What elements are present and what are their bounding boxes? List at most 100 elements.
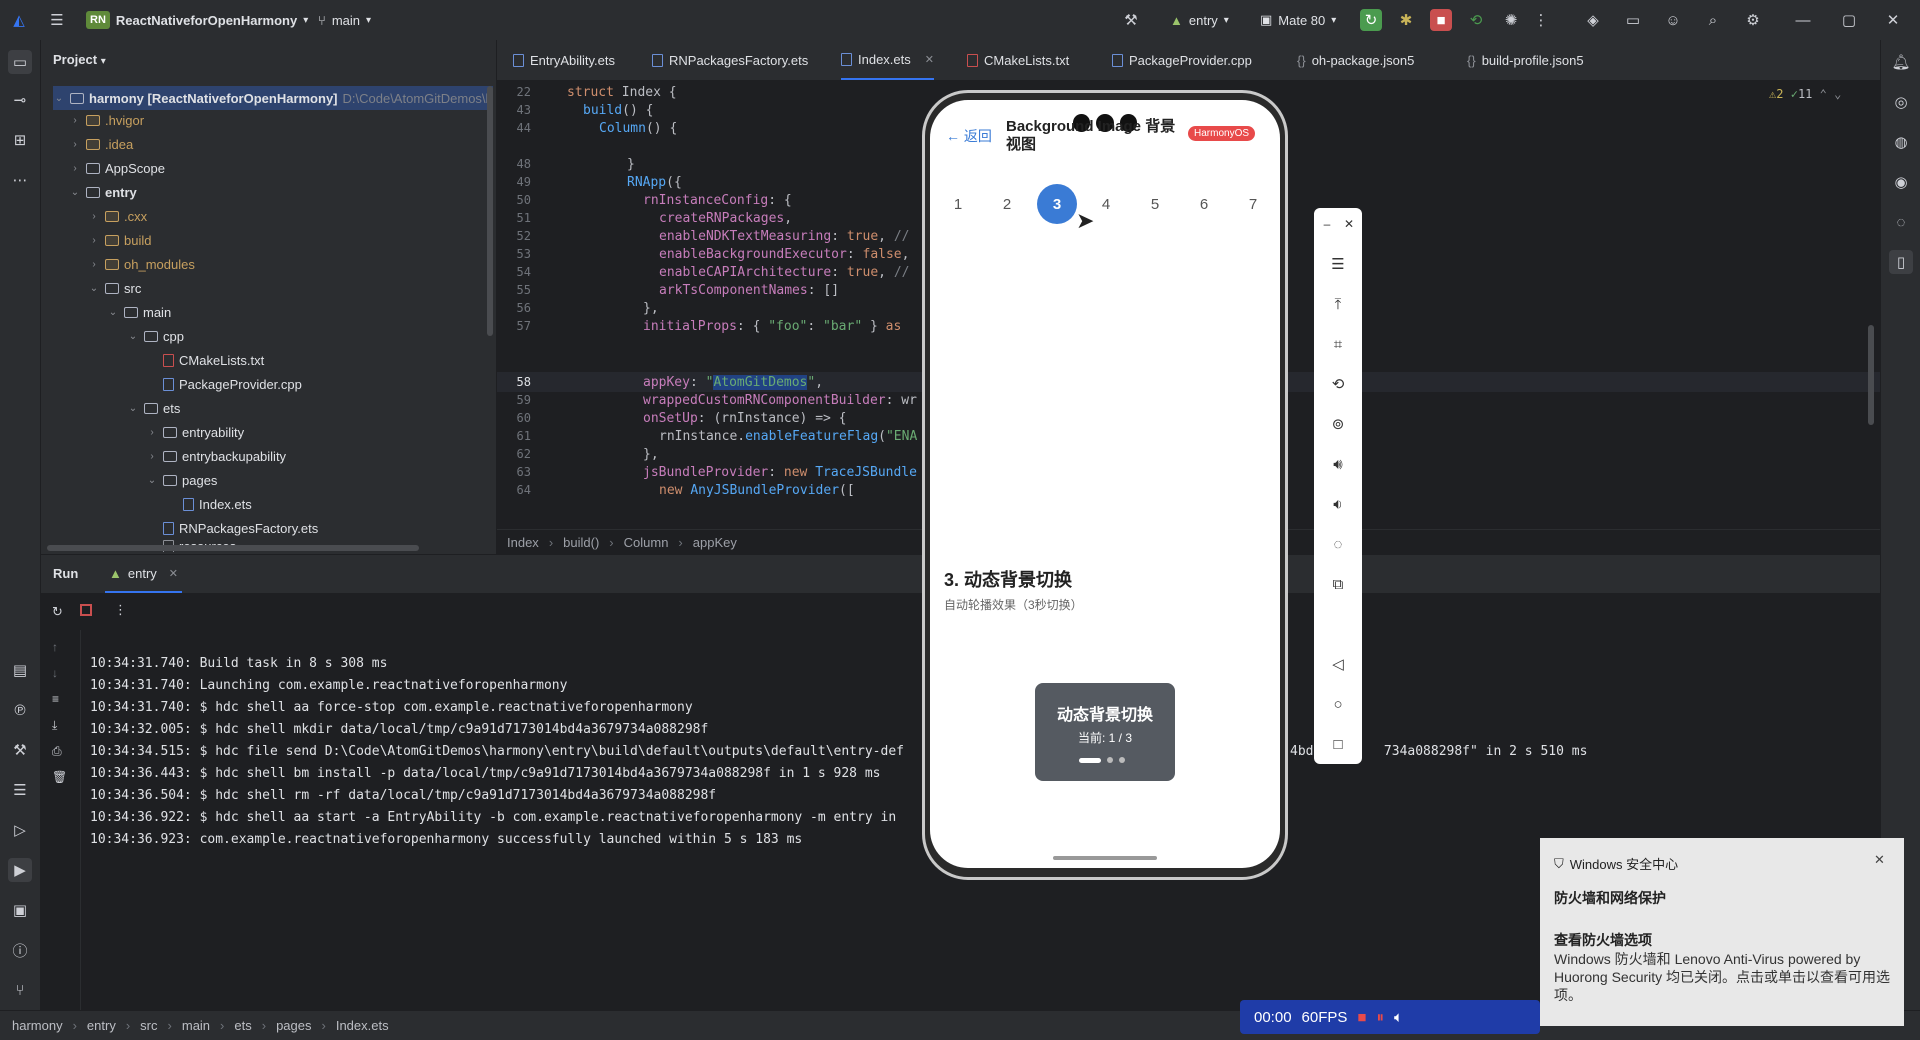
status-path-item[interactable]: Index.ets <box>336 1018 389 1033</box>
log-icon[interactable]: ▤ <box>8 658 32 682</box>
volume-up-icon[interactable]: 🔊︎ <box>1326 452 1350 476</box>
horizontal-scrollbar[interactable] <box>47 545 419 551</box>
more-tools-icon[interactable]: ⋯ <box>8 168 32 192</box>
arkui-inspector-icon[interactable]: ◌ <box>1889 210 1913 234</box>
breadcrumb-item[interactable]: Column <box>624 535 669 550</box>
device-manager-icon[interactable]: ▯ <box>1889 250 1913 274</box>
debug-icon[interactable]: ✱ <box>1395 8 1417 32</box>
status-path-item[interactable]: harmony <box>12 1018 63 1033</box>
tree-item[interactable]: ⌄ cpp <box>127 324 184 348</box>
home-indicator[interactable] <box>1053 856 1157 860</box>
settings-icon[interactable]: ⚙ <box>1742 8 1764 32</box>
stop-button[interactable]: ■ <box>1430 8 1452 32</box>
tree-item[interactable]: Index.ets <box>183 492 252 516</box>
tree-item[interactable]: ⌄ src <box>88 276 142 300</box>
project-selector[interactable]: RN ReactNativeforOpenHarmony ▾ <box>86 8 308 32</box>
page-number-3[interactable]: 3 <box>1037 184 1077 224</box>
editor-scrollbar[interactable] <box>1868 325 1874 425</box>
shake-icon[interactable]: ◌ <box>1326 532 1350 556</box>
build-icon[interactable]: ⚒ <box>8 738 32 762</box>
structure-icon[interactable]: ⊞ <box>8 128 32 152</box>
pin-top-icon[interactable]: ⤒ <box>1326 292 1350 316</box>
tree-item[interactable]: ⌄ pages <box>146 468 218 492</box>
run-panel-icon[interactable]: ▶ <box>8 858 32 882</box>
tree-item[interactable]: › entryability <box>146 420 244 444</box>
profiler-icon[interactable]: ✺ <box>1500 8 1522 32</box>
tree-item[interactable]: › entrybackupability <box>146 444 286 468</box>
tree-item[interactable]: › .hvigor <box>69 108 144 132</box>
build-tools-icon[interactable]: ⚒ <box>1120 8 1142 32</box>
tree-item[interactable]: CMakeLists.txt <box>163 348 264 372</box>
plugin-icon[interactable]: ◈ <box>1582 8 1604 32</box>
more-icon[interactable]: ⋮ <box>1530 8 1552 32</box>
status-path-item[interactable]: ets <box>234 1018 251 1033</box>
print-icon[interactable]: ⎙ <box>52 744 62 759</box>
project-view-icon[interactable]: ▭ <box>8 50 32 74</box>
status-path-item[interactable]: main <box>182 1018 210 1033</box>
page-number-5[interactable]: 5 <box>1135 184 1175 224</box>
tree-item[interactable]: › AppScope <box>69 156 165 180</box>
codelinter-icon[interactable]: ◍ <box>1889 130 1913 154</box>
notifications-icon[interactable]: 🔔︎ <box>1889 50 1913 74</box>
main-menu-icon[interactable]: ☰ <box>46 8 68 32</box>
profiler-panel-icon[interactable]: ℗ <box>8 698 32 722</box>
soft-wrap-icon[interactable]: ≡ <box>52 692 59 706</box>
account-icon[interactable]: ☺ <box>1662 8 1684 32</box>
tab-entryability[interactable]: EntryAbility.ets <box>513 40 615 80</box>
maximize-icon[interactable]: ▢ <box>1838 8 1860 32</box>
tab-build-profile[interactable]: {} build-profile.json5 <box>1467 40 1584 80</box>
tree-item[interactable]: ⌄ main <box>107 300 171 324</box>
background-card[interactable]: 动态背景切换 当前: 1 / 3 <box>1035 683 1175 781</box>
tree-root[interactable]: ⌄ harmony [ReactNativeforOpenHarmony] D:… <box>53 86 493 110</box>
breadcrumb-item[interactable]: Index <box>507 535 539 550</box>
breadcrumb-item[interactable]: appKey <box>693 535 737 550</box>
tree-item[interactable]: › oh_modules <box>88 252 195 276</box>
problems-icon[interactable]: ⓘ <box>8 938 32 962</box>
ai-assistant-icon[interactable]: ◎ <box>1889 90 1913 114</box>
apply-changes-icon[interactable]: ⟲ <box>1465 8 1487 32</box>
page-number-1[interactable]: 1 <box>938 184 978 224</box>
tree-item[interactable]: RNPackagesFactory.ets <box>163 516 318 540</box>
close-icon[interactable]: ✕ <box>1874 852 1885 868</box>
device-selector[interactable]: ▣ Mate 80 ▾ <box>1260 8 1336 32</box>
commit-icon[interactable]: ⊸ <box>8 88 32 112</box>
close-icon[interactable]: ✕ <box>925 53 934 66</box>
rotate-icon[interactable]: ⟲ <box>1326 372 1350 396</box>
clear-icon[interactable]: 🗑︎ <box>52 770 67 784</box>
branch-selector[interactable]: ⑂ main ▾ <box>318 8 371 32</box>
stop-record-icon[interactable]: ■ <box>1357 1009 1366 1026</box>
page-number-7[interactable]: 7 <box>1233 184 1273 224</box>
menu-icon[interactable]: ☰ <box>1326 252 1350 276</box>
nav-back-icon[interactable]: ◁ <box>1326 652 1350 676</box>
minimize-icon[interactable]: — <box>1792 8 1814 32</box>
power-icon[interactable]: ⊚ <box>1326 412 1350 436</box>
services-icon[interactable]: ▷ <box>8 818 32 842</box>
nav-home-icon[interactable]: ○ <box>1326 692 1350 716</box>
tab-index[interactable]: Index.ets ✕ <box>841 40 934 80</box>
warnings-indicator[interactable]: ⚠2 ✓11 ⌃ ⌄ <box>1769 87 1841 101</box>
nav-recents-icon[interactable]: □ <box>1326 732 1350 756</box>
folder-icon[interactable]: ▭ <box>1622 8 1644 32</box>
tab-rnpackagesfactory[interactable]: RNPackagesFactory.ets <box>652 40 808 80</box>
vertical-scrollbar[interactable] <box>487 86 493 336</box>
tree-item[interactable]: › .idea <box>69 132 133 156</box>
run-tab-entry[interactable]: ▲ entry ✕ <box>105 555 182 593</box>
windows-notification[interactable]: ⛉ Windows 安全中心 ✕ 防火墙和网络保护 查看防火墙选项 Window… <box>1540 838 1904 1026</box>
rerun-icon[interactable]: ↻ <box>52 604 63 620</box>
status-path-item[interactable]: src <box>140 1018 157 1033</box>
tab-packageprovider[interactable]: PackageProvider.cpp <box>1112 40 1252 80</box>
app-logo-icon[interactable]: ◭ <box>8 8 30 32</box>
search-icon[interactable]: ⌕ <box>1702 8 1724 32</box>
copy-icon[interactable]: ⧉ <box>1326 572 1350 596</box>
page-number-2[interactable]: 2 <box>987 184 1027 224</box>
tree-item[interactable]: › build <box>88 228 151 252</box>
page-number-6[interactable]: 6 <box>1184 184 1224 224</box>
run-config-selector[interactable]: ▲ entry ▾ <box>1170 8 1229 32</box>
breadcrumb-item[interactable]: build() <box>563 535 599 550</box>
status-path-item[interactable]: entry <box>87 1018 116 1033</box>
pause-icon[interactable]: ⏸︎ <box>1376 1009 1384 1026</box>
terminal-icon[interactable]: ▣ <box>8 898 32 922</box>
tree-item[interactable]: › .cxx <box>88 204 147 228</box>
close-icon[interactable]: ✕ <box>1340 212 1358 236</box>
scroll-up-icon[interactable]: ↑ <box>52 640 58 654</box>
